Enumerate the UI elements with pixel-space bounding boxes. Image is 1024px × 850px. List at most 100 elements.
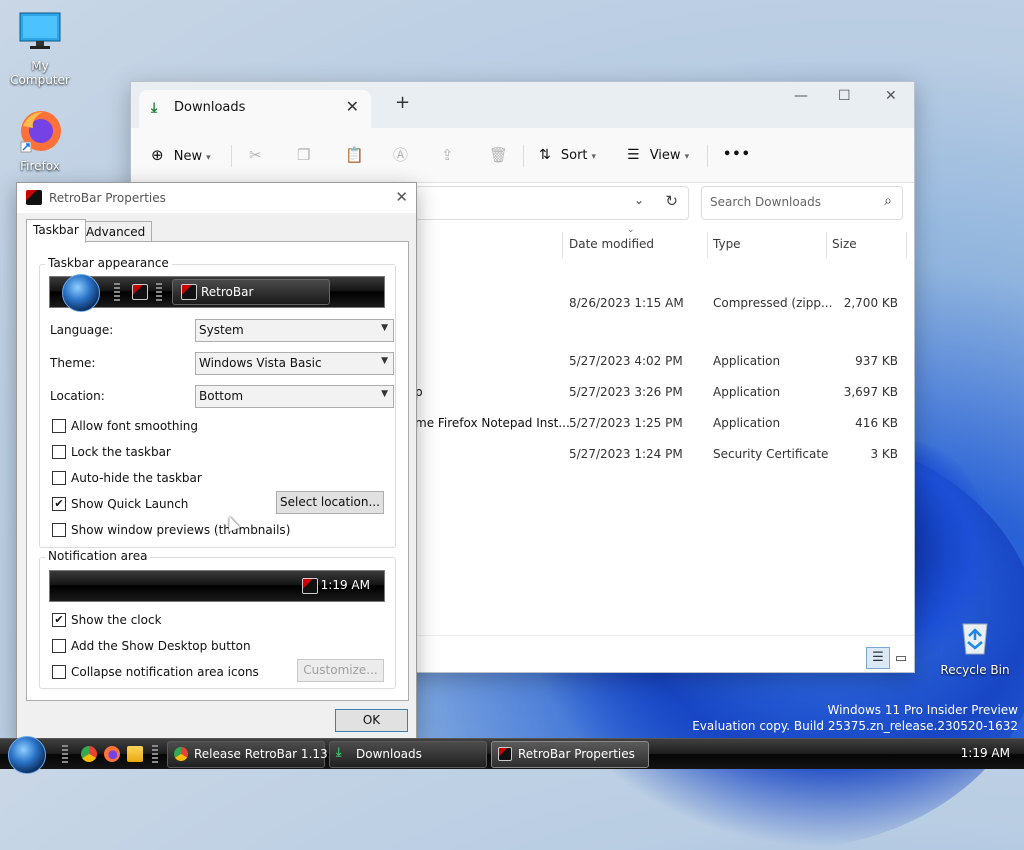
grip-handle[interactable] (152, 745, 158, 763)
desktop-icon-my-computer[interactable]: My Computer (0, 10, 80, 87)
firefox-icon[interactable] (104, 746, 120, 762)
minimize-icon[interactable]: — (794, 88, 808, 104)
close-window-icon[interactable]: ✕ (885, 88, 897, 104)
checkbox-box (52, 445, 66, 459)
select-location-button[interactable]: Select location... (276, 491, 384, 514)
group-title: Notification area (45, 549, 151, 563)
monitor-icon (19, 12, 61, 49)
column-header-type[interactable]: Type (713, 237, 741, 251)
tab-close-icon[interactable]: ✕ (346, 97, 359, 116)
refresh-icon[interactable]: ↻ (665, 192, 678, 210)
task-button-chrome[interactable]: Release RetroBar 1.13... (167, 741, 339, 768)
taskbar: Release RetroBar 1.13... ⤓ Downloads Ret… (0, 736, 1024, 774)
tab-title: Downloads (174, 100, 246, 115)
taskbar-tab-panel: Taskbar appearance RetroBar Language: Sy… (26, 241, 409, 701)
retrobar-app-icon (132, 284, 148, 300)
desktop-icon-label: Firefox (20, 159, 60, 173)
file-type: Application (713, 354, 781, 368)
tiles-view-icon[interactable]: ▭ (890, 649, 912, 669)
desktop-icon-firefox[interactable]: Firefox (0, 108, 80, 173)
file-size: 2,700 KB (843, 296, 898, 310)
chevron-down-icon[interactable]: ⌄ (634, 193, 644, 207)
column-header-date[interactable]: Date modified (569, 237, 654, 251)
column-divider (707, 232, 708, 258)
search-icon: ⌕ (884, 193, 892, 209)
checkbox-box (52, 523, 66, 537)
checkbox-label: Allow font smoothing (71, 419, 199, 433)
chrome-icon[interactable] (81, 746, 97, 762)
maximize-icon[interactable]: ☐ (838, 88, 851, 104)
preview-task-button: RetroBar (172, 279, 330, 305)
task-button-retrobar-properties[interactable]: RetroBar Properties (491, 741, 649, 768)
task-label: Downloads (356, 747, 422, 761)
address-bar[interactable]: ⌄ ↻ (415, 186, 689, 220)
copy-icon[interactable]: ❐ (297, 128, 310, 182)
taskbar-clock[interactable]: 1:19 AM (961, 746, 1010, 760)
file-size: 937 KB (855, 354, 898, 368)
checkbox-box (52, 665, 66, 679)
grip-handle (114, 283, 120, 301)
location-label: Location: (50, 389, 105, 403)
details-view-icon[interactable]: ☰ (866, 647, 890, 669)
file-size: 3,697 KB (843, 385, 898, 399)
column-header-size[interactable]: Size (832, 237, 857, 251)
retrobar-app-icon (302, 578, 318, 594)
ok-button[interactable]: OK (335, 709, 408, 732)
file-type: Application (713, 385, 781, 399)
file-name: me Firefox Notepad Inst... (415, 416, 570, 430)
checkbox-box (52, 419, 66, 433)
chrome-icon (174, 747, 188, 761)
paste-icon[interactable]: 📋 (345, 128, 364, 182)
close-icon[interactable]: ✕ (395, 188, 408, 206)
theme-select[interactable]: Windows Vista Basic ▼ (195, 352, 394, 375)
watermark-line: Evaluation copy. Build 25375.zn_release.… (692, 719, 1018, 733)
share-icon[interactable]: ⇪ (441, 128, 454, 182)
sort-button[interactable]: ⇅ Sort ▾ (539, 128, 596, 182)
folder-icon[interactable] (127, 746, 143, 762)
more-options-button[interactable]: ••• (723, 128, 751, 182)
desktop-icon-recycle-bin[interactable]: Recycle Bin (935, 618, 1015, 677)
file-date: 5/27/2023 4:02 PM (569, 354, 683, 368)
delete-icon[interactable]: 🗑 (489, 128, 508, 182)
retrobar-app-icon (181, 284, 197, 300)
language-select[interactable]: System ▼ (195, 319, 394, 342)
taskbar-preview: RetroBar (49, 274, 385, 312)
rename-icon[interactable]: Ⓐ (393, 128, 408, 182)
file-date: 8/26/2023 1:15 AM (569, 296, 684, 310)
cut-icon[interactable]: ✂ (249, 128, 262, 182)
new-button[interactable]: ⊕ New ▾ (151, 128, 211, 182)
file-type: Application (713, 416, 781, 430)
column-divider (906, 232, 907, 258)
view-button[interactable]: ☰ View ▾ (627, 128, 689, 182)
retrobar-app-icon (498, 747, 512, 761)
checkbox-label: Show window previews (thumbnails) (71, 523, 291, 537)
customize-button[interactable]: Customize... (297, 659, 384, 682)
grip-handle[interactable] (62, 745, 68, 763)
checkbox-label: Add the Show Desktop button (71, 639, 251, 653)
watermark-line: Windows 11 Pro Insider Preview (827, 703, 1018, 717)
retrobar-app-icon (26, 190, 42, 205)
search-placeholder: Search Downloads (710, 195, 821, 209)
checkbox-label: Collapse notification area icons (71, 665, 259, 679)
search-input[interactable]: Search Downloads ⌕ (701, 186, 903, 220)
desktop-icon-label: My Computer (10, 59, 70, 87)
tab-taskbar[interactable]: Taskbar (26, 219, 86, 243)
task-button-downloads[interactable]: ⤓ Downloads (329, 741, 487, 768)
chevron-down-icon: ▼ (381, 389, 388, 399)
theme-value: Windows Vista Basic (199, 356, 322, 370)
chevron-down-icon: ▼ (381, 323, 388, 333)
language-label: Language: (50, 323, 114, 337)
tab-advanced[interactable]: Advanced (79, 221, 153, 242)
new-tab-icon[interactable]: + (395, 92, 410, 113)
start-button-icon[interactable] (8, 736, 46, 774)
group-title: Taskbar appearance (45, 256, 172, 270)
checkmark-icon: ✔ (52, 613, 66, 627)
file-size: 3 KB (870, 447, 898, 461)
view-label: View (649, 148, 681, 163)
location-select[interactable]: Bottom ▼ (195, 385, 394, 408)
file-date: 5/27/2023 3:26 PM (569, 385, 683, 399)
tab-downloads[interactable]: ⤓ Downloads ✕ (139, 90, 371, 128)
checkbox-label: Show Quick Launch (71, 497, 189, 511)
start-orb-icon (62, 274, 100, 312)
checkbox-box (52, 471, 66, 485)
